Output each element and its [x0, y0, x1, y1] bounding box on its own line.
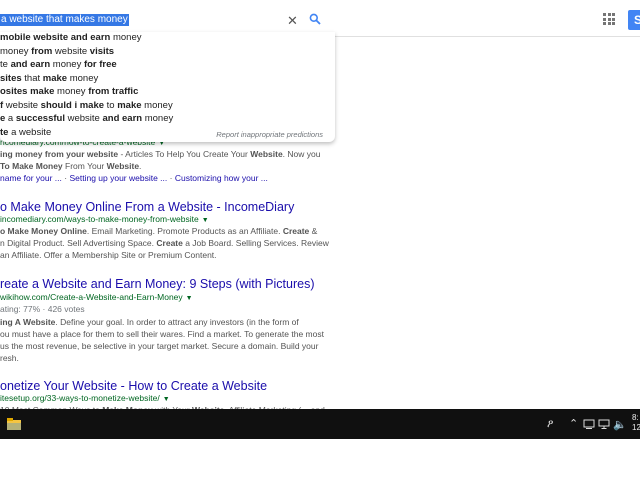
suggestion-item[interactable]: te a website: [0, 127, 51, 139]
desktop-background: [0, 439, 640, 480]
result-snippet: ou must have a place for them to sell th…: [0, 329, 324, 339]
sitelink[interactable]: Setting up your website ...: [69, 173, 167, 183]
suggestion-item[interactable]: te and earn money for free: [0, 59, 117, 71]
result-snippet: ing A Website. Define your goal. In orde…: [0, 317, 299, 327]
suggestion-item[interactable]: e a successful website and earn money: [0, 113, 173, 125]
search-icon[interactable]: [309, 13, 321, 25]
sitelink[interactable]: Customizing how your ...: [175, 173, 268, 183]
display-icon[interactable]: [598, 419, 610, 429]
report-predictions-link[interactable]: Report inappropriate predictions: [216, 130, 323, 139]
result-snippet: us the most revenue, be selective in you…: [0, 341, 319, 351]
result-title[interactable]: onetize Your Website - How to Create a W…: [0, 379, 267, 393]
search-box[interactable]: a website that makes money ✕: [0, 10, 335, 30]
result-rating: ating: 77% · 426 votes: [0, 304, 85, 314]
volume-icon[interactable]: 🔈: [613, 418, 627, 431]
suggestion-item[interactable]: f website should i make to make money: [0, 100, 173, 112]
chevron-down-icon[interactable]: ▼: [186, 295, 193, 302]
people-icon[interactable]: ዖ: [547, 418, 553, 431]
result-snippet: ing money from your website - Articles T…: [0, 149, 321, 159]
apps-grid-icon[interactable]: [603, 13, 615, 25]
result-url[interactable]: incomediary.com/ways-to-make-money-from-…: [0, 214, 209, 224]
result-title[interactable]: o Make Money Online From a Website - Inc…: [0, 200, 294, 214]
clock[interactable]: 8:12/: [632, 413, 640, 433]
result-snippet: n Digital Product. Sell Advertising Spac…: [0, 238, 329, 248]
close-icon[interactable]: ✕: [287, 14, 298, 27]
result-url[interactable]: itesetup.org/33-ways-to-monetize-website…: [0, 393, 170, 403]
suggestion-item[interactable]: sites that make money: [0, 73, 98, 85]
file-explorer-icon[interactable]: [7, 418, 21, 430]
chevron-down-icon[interactable]: ▼: [202, 217, 209, 224]
result-snippet: resh.: [0, 353, 19, 363]
result-snippet: an Affiliate. Offer a Membership Site or…: [0, 250, 217, 260]
chevron-up-icon[interactable]: ⌃: [569, 417, 578, 430]
result-snippet: To Make Money From Your Website.: [0, 161, 142, 171]
result-sitelinks: name for your ... · Setting up your webs…: [0, 173, 268, 183]
sitelink[interactable]: name for your ...: [0, 173, 62, 183]
suggestion-item[interactable]: osites make money from traffic: [0, 86, 138, 98]
suggestion-item[interactable]: mobile website and earn money: [0, 32, 142, 44]
result-url[interactable]: wikihow.com/Create-a-Website-and-Earn-Mo…: [0, 292, 193, 302]
taskbar: ዖ ⌃ 🔈 8:12/: [0, 409, 640, 439]
suggestion-item[interactable]: money from website visits: [0, 46, 114, 58]
autocomplete-dropdown: mobile website and earn money money from…: [0, 32, 335, 142]
result-snippet: o Make Money Online. Email Marketing. Pr…: [0, 226, 318, 236]
result-title[interactable]: reate a Website and Earn Money: 9 Steps …: [0, 277, 315, 291]
chevron-down-icon[interactable]: ▼: [163, 396, 170, 403]
sign-in-button[interactable]: S: [628, 10, 640, 30]
network-icon[interactable]: [583, 419, 595, 429]
search-input[interactable]: a website that makes money: [0, 14, 129, 26]
